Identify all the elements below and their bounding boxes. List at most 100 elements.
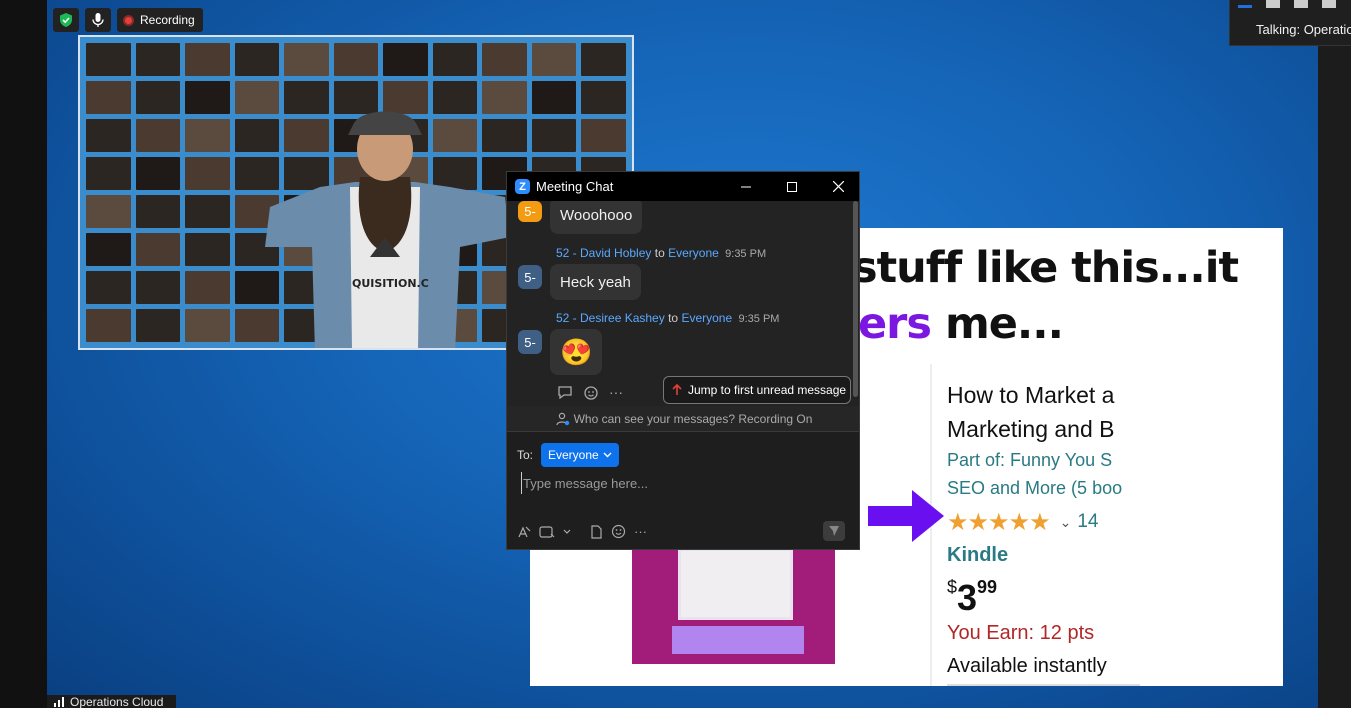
screenshot-icon[interactable]: [539, 525, 555, 539]
emoji-icon[interactable]: [611, 524, 626, 539]
slide-headline-rest: me...: [930, 299, 1064, 349]
audience-video-tile: [482, 43, 527, 76]
zoom-logo-icon: Z: [515, 179, 530, 194]
sender-name[interactable]: 52 - Desiree Kashey: [556, 311, 665, 325]
arrow-up-icon: [672, 384, 682, 395]
audience-video-tile: [135, 119, 181, 152]
audience-video-tile: [432, 43, 478, 76]
message-input[interactable]: [521, 472, 841, 494]
chevron-down-icon: ⌄: [1059, 513, 1072, 530]
chevron-down-icon[interactable]: [563, 529, 571, 535]
reply-thread-icon[interactable]: [557, 385, 573, 399]
chat-message-bubble[interactable]: Wooohooo: [550, 201, 643, 234]
minimize-icon: [741, 186, 751, 187]
slide-headline-line1: stuff like this...it: [852, 243, 1239, 293]
audience-video-tile: [86, 119, 131, 152]
message-header: 52 - David Hobley to Everyone 9:35 PM: [556, 246, 766, 260]
recipient-name[interactable]: Everyone: [668, 246, 719, 260]
arrow-right-icon: [868, 490, 944, 542]
more-options-icon[interactable]: ···: [634, 524, 647, 539]
microphone-status-button[interactable]: [85, 8, 111, 32]
view-minimize-icon[interactable]: [1238, 5, 1252, 8]
product-price: $399: [947, 577, 1147, 618]
minimize-button[interactable]: [723, 172, 769, 201]
view-switcher[interactable]: [1238, 0, 1336, 8]
price-whole: 3: [957, 577, 978, 618]
audience-video-tile: [86, 43, 131, 76]
view-strip-icon[interactable]: [1294, 0, 1308, 8]
recording-label: Recording: [140, 13, 195, 27]
points-earned: You Earn: 12 pts: [947, 622, 1095, 644]
right-margin: [1318, 0, 1351, 708]
audience-video-tile: [135, 43, 181, 76]
sender-avatar[interactable]: 5-: [518, 265, 542, 289]
audience-video-tile: [581, 119, 626, 152]
shield-check-icon: [60, 13, 72, 27]
view-grid-icon[interactable]: [1322, 0, 1336, 8]
meeting-chat-window[interactable]: Z Meeting Chat 5- Wooohooo 52 - David Ho…: [506, 171, 860, 550]
participant-name-label: Operations Cloud: [47, 695, 176, 708]
message-actions: ···: [557, 384, 623, 400]
product-format: Kindle: [947, 544, 1009, 566]
left-margin: [0, 0, 47, 708]
jump-to-unread-button[interactable]: Jump to first unread message: [663, 376, 851, 404]
audience-video-tile: [86, 309, 131, 342]
audience-video-tile: [185, 271, 230, 304]
product-series-line1: Part of: Funny You S: [947, 450, 1113, 470]
chat-message-bubble[interactable]: 😍: [550, 329, 603, 375]
audience-video-tile: [135, 271, 181, 304]
audience-video-tile: [86, 157, 131, 190]
chat-scrollbar[interactable]: [852, 201, 859, 406]
recording-indicator[interactable]: Recording: [117, 8, 203, 32]
audience-video-tile: [581, 81, 626, 114]
product-listing: How to Market a Marketing and B Part of:…: [947, 378, 1147, 686]
sender-name[interactable]: 52 - David Hobley: [556, 246, 651, 260]
maximize-icon: [787, 181, 797, 192]
microphone-icon: [92, 13, 104, 27]
product-rating: ★★★★★ ⌄ 14: [947, 509, 1147, 536]
people-visibility-icon: [555, 412, 569, 425]
book-cover-image: [632, 548, 835, 664]
close-icon: [832, 181, 844, 192]
participant-name: Operations Cloud: [70, 695, 164, 708]
audience-video-tile: [135, 81, 181, 114]
price-currency: $: [947, 577, 958, 597]
chat-title-bar[interactable]: Z Meeting Chat: [507, 172, 859, 201]
send-button[interactable]: [823, 521, 845, 541]
audience-video-tile: [135, 157, 181, 190]
audience-video-tile: [185, 309, 230, 342]
to-word: to: [654, 246, 665, 260]
close-button[interactable]: [815, 172, 859, 201]
format-text-icon[interactable]: [517, 525, 531, 539]
active-speaker-panel: Talking: Operatio: [1229, 0, 1351, 46]
speaker-figure: QUISITION.C: [265, 111, 510, 348]
recipient-dropdown[interactable]: Everyone: [541, 443, 619, 467]
audience-video-tile: [86, 271, 131, 304]
maximize-button[interactable]: [769, 172, 815, 201]
security-shield-button[interactable]: [53, 8, 79, 32]
scrollbar-thumb[interactable]: [853, 201, 858, 397]
chat-compose-area: To: Everyone ···: [507, 432, 859, 549]
sender-avatar[interactable]: 5-: [518, 201, 542, 222]
view-standard-icon[interactable]: [1266, 0, 1280, 8]
audience-video-tile: [185, 233, 230, 266]
sender-avatar[interactable]: 5-: [518, 330, 542, 354]
audience-video-tile: [531, 81, 577, 114]
audience-video-tile: [531, 119, 577, 152]
audience-video-tile: [333, 43, 379, 76]
talking-indicator-text: Talking: Operatio: [1256, 22, 1351, 37]
recipient-name[interactable]: Everyone: [681, 311, 732, 325]
message-visibility-note[interactable]: Who can see your messages? Recording On: [507, 406, 859, 432]
chat-window-title: Meeting Chat: [536, 179, 614, 194]
product-series-line2: SEO and More (5 boo: [947, 478, 1123, 498]
to-word: to: [668, 311, 679, 325]
book-cover-title-bar: [672, 626, 804, 654]
attach-file-icon[interactable]: [589, 524, 603, 539]
audience-video-tile: [185, 195, 230, 228]
message-time: 9:35 PM: [738, 313, 780, 325]
add-reaction-icon[interactable]: [583, 384, 599, 400]
more-options-icon[interactable]: ···: [609, 384, 623, 400]
chat-message-bubble[interactable]: Heck yeah: [550, 264, 641, 300]
price-fraction: 99: [977, 577, 998, 597]
meeting-status-bar: Recording: [53, 8, 203, 32]
